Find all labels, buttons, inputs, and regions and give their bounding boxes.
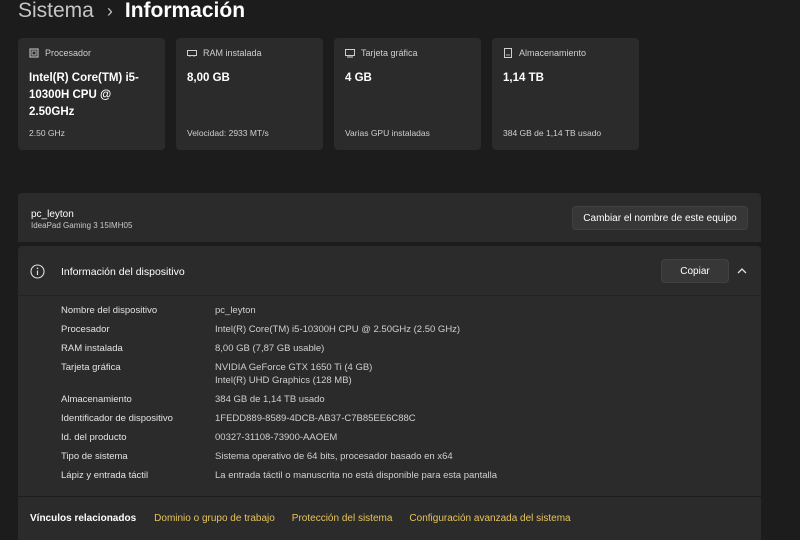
spec-row: Identificador de dispositivo 1FEDD889-85… (61, 412, 497, 425)
card-processor-value: Intel(R) Core(TM) i5-10300H CPU @ 2.50GH… (29, 72, 139, 118)
spec-value: NVIDIA GeForce GTX 1650 Ti (4 GB) (215, 362, 373, 373)
link-system-protection[interactable]: Protección del sistema (292, 513, 393, 524)
spec-label: Id. del producto (61, 432, 127, 443)
device-name: pc_leyton (31, 209, 74, 220)
link-advanced-system-settings[interactable]: Configuración avanzada del sistema (409, 513, 570, 524)
spec-label: Tarjeta gráfica (61, 362, 121, 373)
breadcrumb-separator: › (106, 0, 113, 21)
storage-icon (504, 48, 512, 58)
spec-cards: Procesador Intel(R) Core(TM) i5-10300H C… (18, 38, 639, 150)
related-links-bar: Vínculos relacionados Dominio o grupo de… (18, 497, 761, 540)
spec-value: 00327-31108-73900-AAOEM (215, 432, 338, 443)
spec-label: Procesador (61, 324, 110, 335)
spec-value: 8,00 GB (7,87 GB usable) (215, 343, 325, 354)
card-processor-sub: 2.50 GHz (29, 128, 65, 138)
card-processor-label: Procesador (45, 48, 92, 58)
copy-button[interactable]: Copiar (661, 259, 729, 283)
spec-value: 384 GB de 1,14 TB usado (215, 394, 325, 405)
ram-icon (187, 50, 197, 57)
spec-row: Lápiz y entrada táctil La entrada táctil… (61, 469, 497, 482)
page-title: Información (124, 0, 246, 22)
device-name-row: pc_leyton IdeaPad Gaming 3 15IMH05 Cambi… (18, 193, 761, 242)
card-storage: Almacenamiento 1,14 TB 384 GB de 1,14 TB… (492, 38, 639, 150)
chevron-up-icon[interactable] (736, 265, 748, 277)
spec-row: Nombre del dispositivo pc_leyton (61, 304, 497, 317)
device-info-title: Información del dispositivo (61, 266, 185, 278)
breadcrumb-sistema[interactable]: Sistema (18, 0, 94, 23)
card-storage-label: Almacenamiento (519, 48, 587, 58)
card-gpu-value: 4 GB (345, 72, 372, 84)
gpu-icon (345, 49, 355, 58)
spec-value: La entrada táctil o manuscrita no está d… (215, 470, 498, 481)
card-ram-sub: Velocidad: 2933 MT/s (187, 128, 269, 138)
spec-row: Tipo de sistema Sistema operativo de 64 … (61, 450, 497, 463)
card-processor: Procesador Intel(R) Core(TM) i5-10300H C… (18, 38, 165, 150)
spec-value: Intel(R) UHD Graphics (128 MB) (215, 375, 352, 386)
spec-label: RAM instalada (61, 343, 123, 354)
spec-value: 1FEDD889-8589-4DCB-AB37-C7B85EE6C88C (215, 413, 416, 424)
spec-row: Procesador Intel(R) Core(TM) i5-10300H C… (61, 323, 497, 336)
spec-value: pc_leyton (215, 305, 256, 316)
spec-value: Intel(R) Core(TM) i5-10300H CPU @ 2.50GH… (215, 324, 461, 335)
card-ram-label: RAM instalada (203, 48, 262, 58)
spec-label: Tipo de sistema (61, 451, 128, 462)
card-ram-value: 8,00 GB (187, 72, 230, 84)
card-storage-value: 1,14 TB (503, 72, 544, 84)
spec-label: Almacenamiento (61, 394, 132, 405)
spec-label: Identificador de dispositivo (61, 413, 173, 424)
device-spec-table: Nombre del dispositivo pc_leyton Procesa… (61, 304, 497, 488)
device-info-header[interactable]: Información del dispositivo Copiar (18, 246, 761, 296)
spec-value: Sistema operativo de 64 bits, procesador… (215, 451, 453, 462)
device-model: IdeaPad Gaming 3 15IMH05 (31, 221, 133, 230)
card-gpu-sub: Varias GPU instaladas (345, 128, 430, 138)
card-gpu: Tarjeta gráfica 4 GB Varias GPU instalad… (334, 38, 481, 150)
spec-row: RAM instalada 8,00 GB (7,87 GB usable) (61, 342, 497, 355)
processor-icon (29, 48, 39, 58)
card-gpu-label: Tarjeta gráfica (361, 48, 418, 58)
spec-row: Id. del producto 00327-31108-73900-AAOEM (61, 431, 497, 444)
card-storage-sub: 384 GB de 1,14 TB usado (503, 128, 602, 138)
spec-row: Tarjeta gráfica NVIDIA GeForce GTX 1650 … (61, 361, 497, 387)
rename-pc-button[interactable]: Cambiar el nombre de este equipo (572, 206, 748, 230)
device-info-panel: Información del dispositivo Copiar Nombr… (18, 246, 761, 496)
card-ram: RAM instalada 8,00 GB Velocidad: 2933 MT… (176, 38, 323, 150)
spec-row: Almacenamiento 384 GB de 1,14 TB usado (61, 393, 497, 406)
info-icon (30, 264, 45, 279)
spec-label: Lápiz y entrada táctil (61, 470, 149, 481)
breadcrumb: Sistema › Información (18, 0, 245, 26)
spec-label: Nombre del dispositivo (61, 305, 158, 316)
spec-value-multiline: NVIDIA GeForce GTX 1650 Ti (4 GB) Intel(… (215, 361, 372, 387)
related-links-label: Vínculos relacionados (30, 513, 137, 524)
link-domain-workgroup[interactable]: Dominio o grupo de trabajo (154, 513, 275, 524)
